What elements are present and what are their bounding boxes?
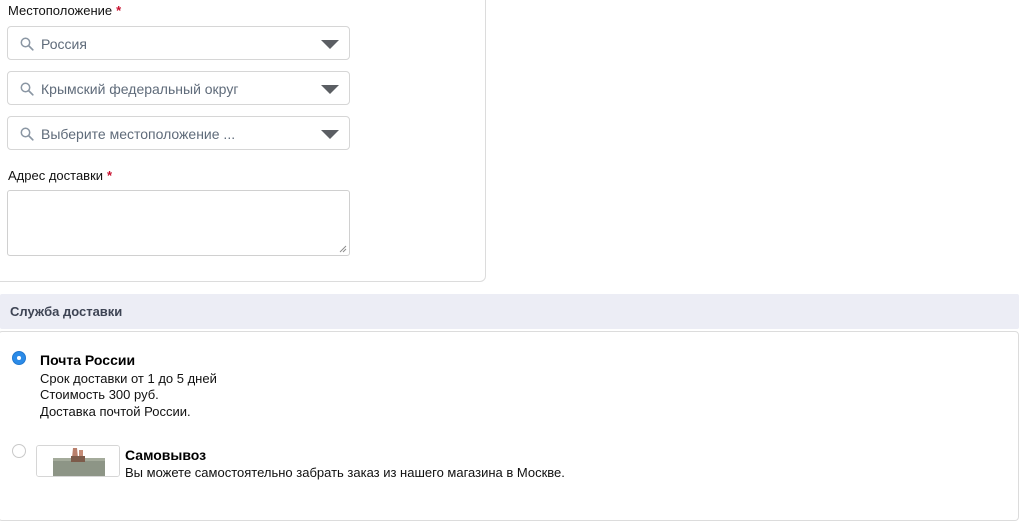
address-textarea[interactable] — [7, 190, 350, 256]
pickup-image-icon — [37, 446, 119, 476]
region-select[interactable]: Крымский федеральный округ — [7, 71, 350, 105]
country-select-value: Россия — [41, 36, 87, 52]
chevron-down-icon[interactable] — [321, 130, 339, 139]
option-line: Вы можете самостоятельно забрать заказ и… — [125, 465, 565, 480]
option-line: Стоимость 300 руб. — [40, 387, 159, 402]
chevron-down-icon[interactable] — [321, 85, 339, 94]
location-label: Местоположение * — [8, 3, 121, 18]
delivery-section-header: Служба доставки — [0, 294, 1019, 329]
delivery-options-panel — [0, 331, 1019, 521]
option-title-samovyvoz: Самовывоз — [125, 447, 207, 463]
required-mark: * — [116, 3, 122, 18]
option-line: Доставка почтой России. — [40, 404, 191, 419]
location-label-text: Местоположение — [8, 3, 113, 18]
locality-select[interactable]: Выберите местоположение ... — [7, 116, 350, 150]
country-select[interactable]: Россия — [7, 26, 350, 60]
search-icon — [20, 82, 34, 96]
pickup-thumbnail — [36, 445, 120, 477]
option-title-pochta: Почта России — [40, 352, 136, 368]
address-label-text: Адрес доставки — [8, 168, 104, 183]
delivery-section-title: Служба доставки — [10, 304, 123, 319]
search-icon — [20, 37, 34, 51]
radio-samovyvoz[interactable] — [12, 444, 26, 458]
chevron-down-icon[interactable] — [321, 40, 339, 49]
required-mark: * — [107, 168, 113, 183]
option-line: Срок доставки от 1 до 5 дней — [40, 371, 217, 386]
search-icon — [20, 127, 34, 141]
address-label: Адрес доставки * — [8, 168, 112, 183]
resize-handle-icon[interactable] — [339, 245, 347, 253]
locality-select-placeholder: Выберите местоположение ... — [41, 126, 236, 142]
radio-pochta-rossii[interactable] — [12, 351, 26, 365]
region-select-value: Крымский федеральный округ — [41, 81, 239, 97]
